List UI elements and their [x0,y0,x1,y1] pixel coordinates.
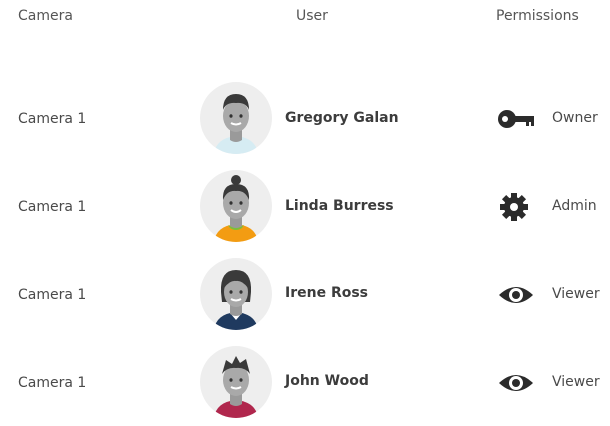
male-avatar-icon [214,356,258,418]
male-avatar-icon [214,94,258,154]
gear-icon [497,192,535,222]
column-header-camera[interactable]: Camera [18,8,73,24]
column-header-permissions[interactable]: Permissions [496,8,579,24]
female-avatar-icon [214,270,258,330]
table-row[interactable]: Camera 1 Gregory Galan Owner [0,82,610,162]
avatar [200,82,272,154]
avatar [200,170,272,242]
camera-name: Camera 1 [18,111,87,127]
camera-name: Camera 1 [18,287,87,303]
permission-label: Admin [552,198,597,214]
user-name[interactable]: John Wood [285,373,369,389]
camera-name: Camera 1 [18,375,87,391]
table-header: Camera User Permissions [0,8,610,28]
permission-label: Viewer [552,286,600,302]
avatar [200,346,272,418]
user-name[interactable]: Linda Burress [285,198,394,214]
permission-label: Owner [552,110,598,126]
eye-icon [497,280,535,310]
key-icon [497,104,535,134]
female-avatar-icon [214,175,258,242]
user-name[interactable]: Irene Ross [285,285,368,301]
table-row[interactable]: Camera 1 Linda Burress Admin [0,170,610,250]
table-row[interactable]: Camera 1 Irene Ross Viewer [0,258,610,338]
eye-icon [497,368,535,398]
permission-label: Viewer [552,374,600,390]
user-name[interactable]: Gregory Galan [285,110,399,126]
column-header-user[interactable]: User [296,8,328,24]
camera-name: Camera 1 [18,199,87,215]
table-row[interactable]: Camera 1 John Wood Viewer [0,346,610,426]
avatar [200,258,272,330]
